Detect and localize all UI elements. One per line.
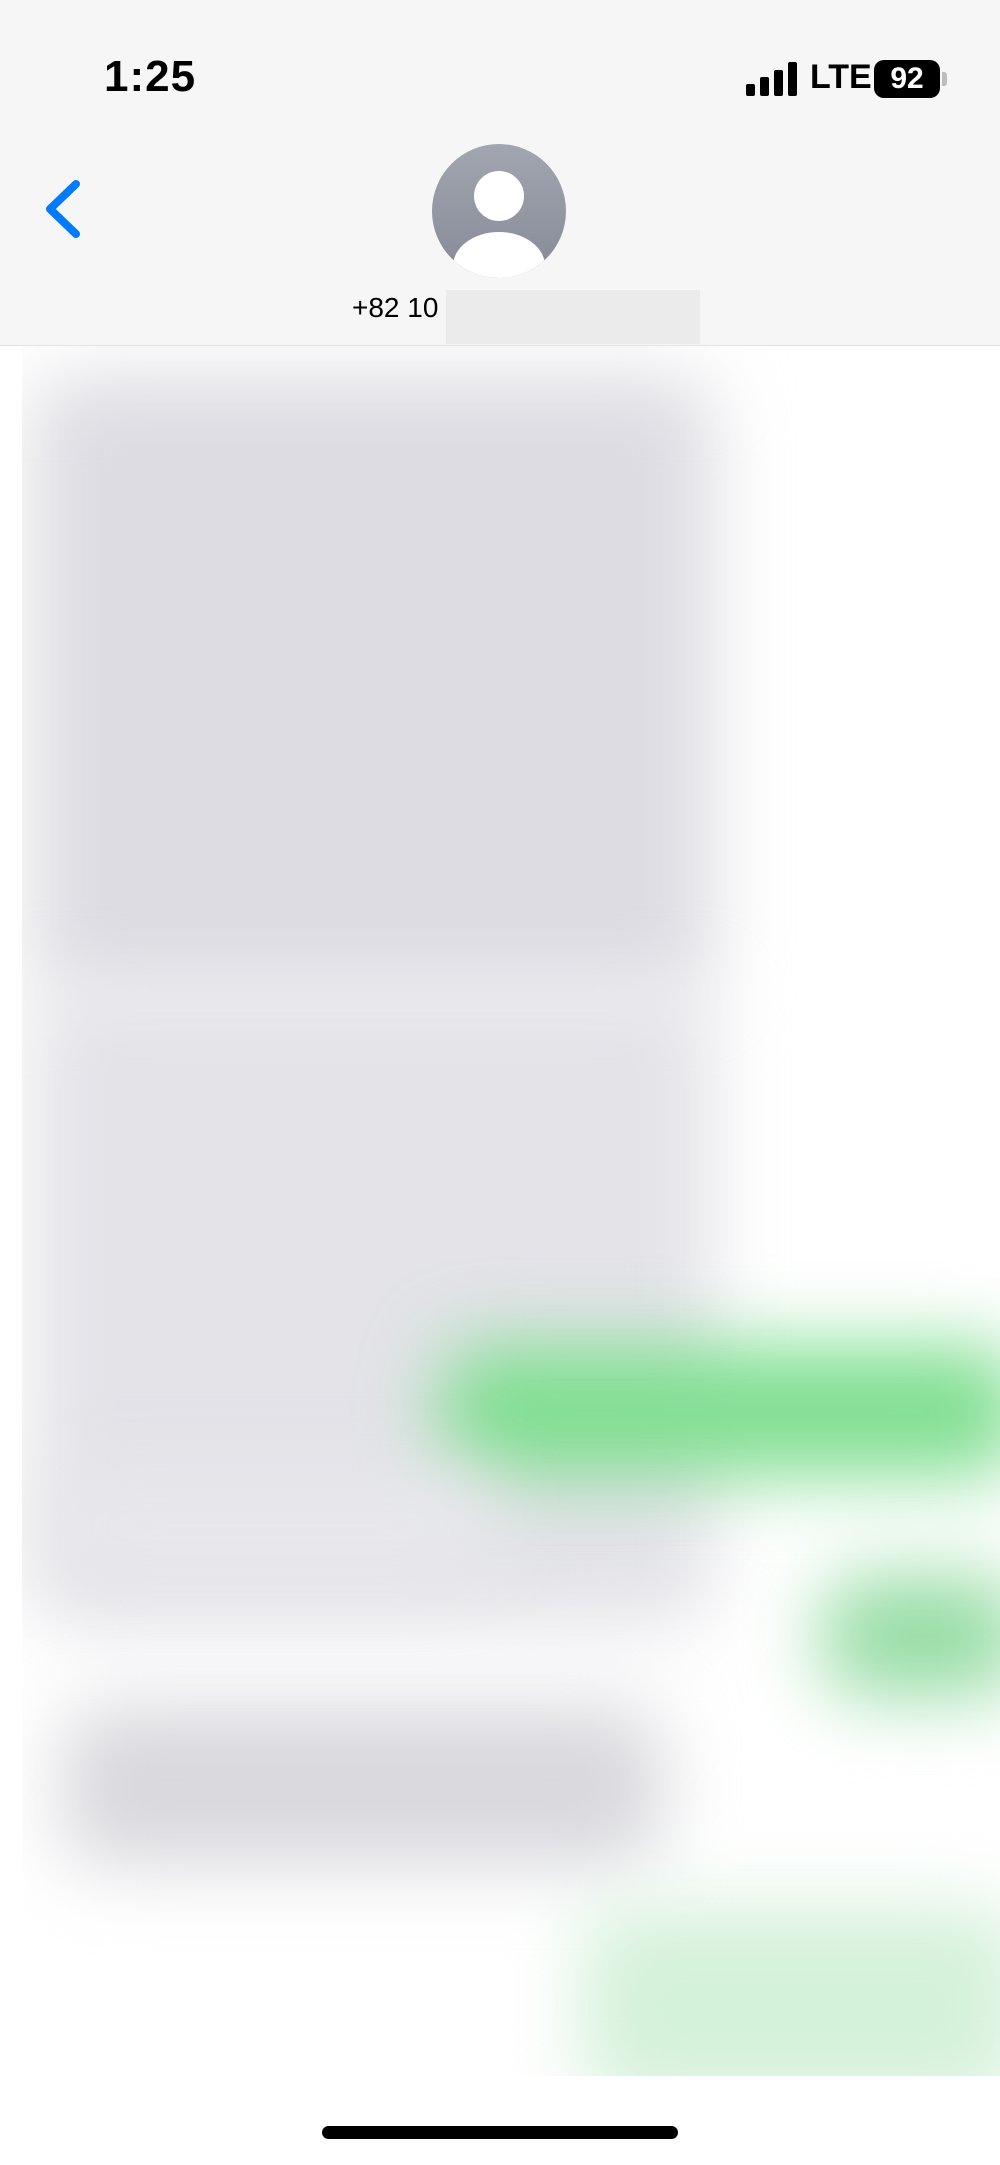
incoming-message-bubble	[32, 376, 712, 996]
person-silhouette-icon	[453, 171, 545, 278]
home-indicator[interactable]	[322, 2126, 678, 2139]
network-type: LTE	[810, 58, 872, 96]
status-time: 1:25	[104, 52, 197, 101]
back-button[interactable]	[36, 176, 92, 242]
outgoing-message-bubble	[822, 1576, 1000, 1696]
messages-screen: 1:25 LTE 92 +82 10	[0, 0, 1000, 2165]
redacted-contact-number	[446, 290, 700, 344]
chevron-left-icon	[46, 180, 80, 238]
contact-avatar[interactable]	[432, 144, 566, 278]
conversation-header: 1:25 LTE 92 +82 10	[0, 0, 1000, 346]
battery-tip	[942, 72, 947, 86]
contact-name[interactable]: +82 10	[352, 292, 438, 324]
incoming-message-bubble	[42, 1476, 502, 1576]
incoming-message-bubble	[62, 1706, 662, 1866]
battery-icon: 92	[874, 60, 940, 98]
outgoing-message-bubble	[582, 1906, 1000, 2076]
battery-level: 92	[890, 62, 924, 95]
outgoing-message-bubble	[442, 1346, 1000, 1476]
signal-strength-icon	[746, 62, 800, 96]
message-thread[interactable]	[22, 346, 1000, 2076]
